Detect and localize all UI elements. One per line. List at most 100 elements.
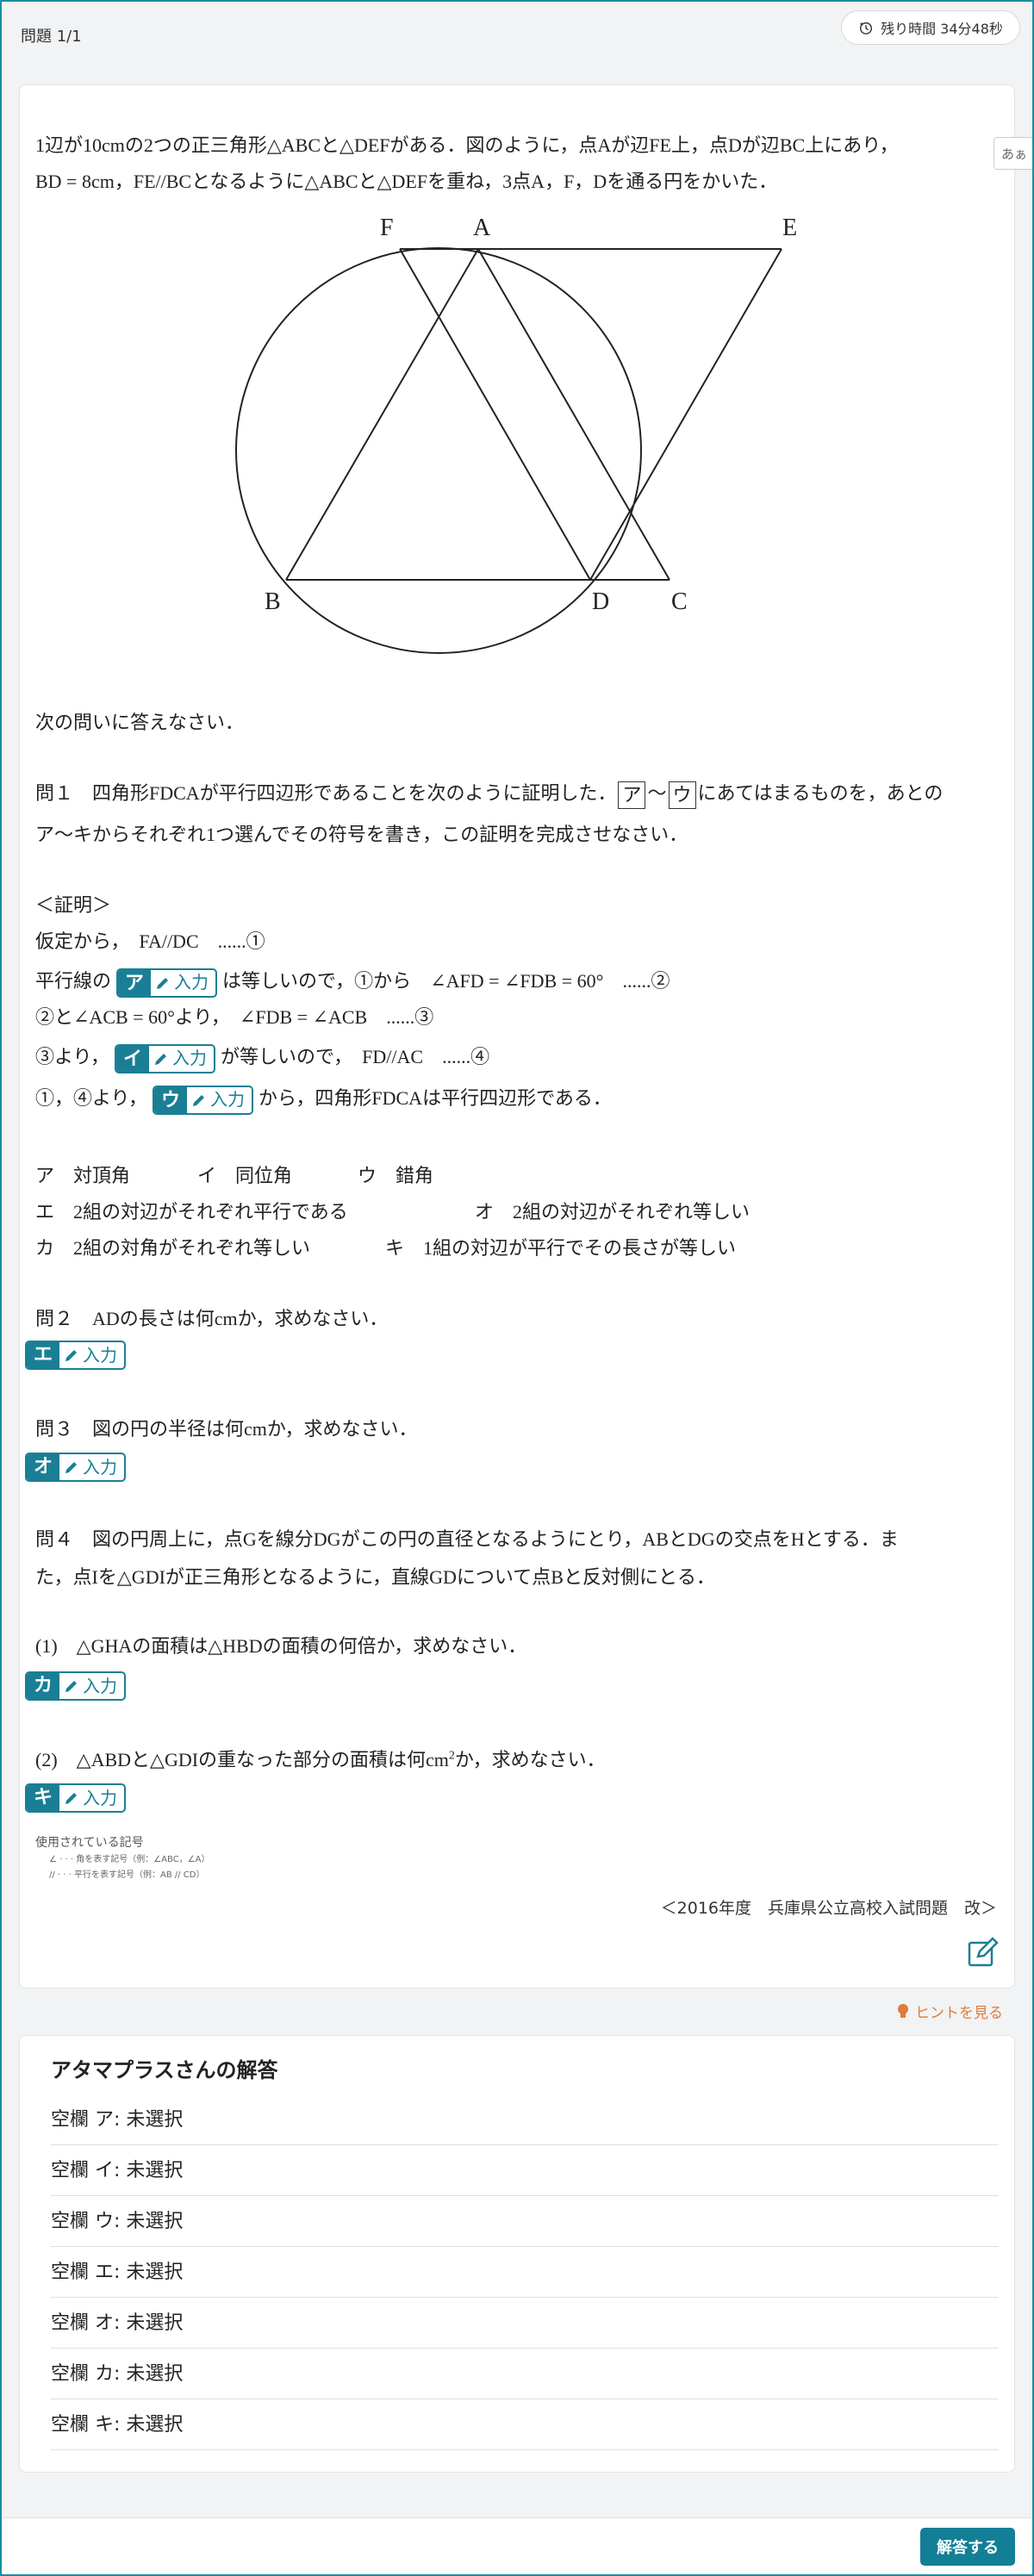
label-b: B — [265, 588, 281, 615]
answer-row: 空欄 オ: 未選択 — [51, 2298, 999, 2349]
pencil-icon — [65, 1793, 78, 1804]
q4-2-blank-row: キ 入力 — [20, 1777, 131, 1819]
choice-ka: カ 2組の対角がそれぞれ等しい — [35, 1237, 311, 1259]
proof-head: ＜証明＞ — [35, 894, 112, 916]
q1-pre-text: 問１ 四角形FDCAが平行四辺形であることを次のように証明した． — [35, 782, 617, 804]
choice-a: ア 対頂角 — [35, 1165, 131, 1186]
blank-ki-label: キ — [27, 1785, 60, 1811]
blank-a-label: ア — [118, 969, 152, 996]
q3-text: 問３ 図の円の半径は何cmか，求めなさい． — [35, 1418, 418, 1440]
symbols-line-1: ∠ · · · 角を表す記号（例：∠ABC，∠A） — [49, 1855, 210, 1864]
segment-de — [589, 248, 782, 581]
source-citation: ＜2016年度 兵庫県公立高校入試問題 改＞ — [660, 1899, 997, 1918]
label-c: C — [671, 588, 688, 615]
q4-2-sup: 2 — [448, 1749, 455, 1763]
choice-ki: キ 1組の対辺が平行でその長さが等しい — [385, 1237, 737, 1259]
bottom-bar — [0, 2517, 1034, 2576]
q4-2-post: か，求めなさい． — [454, 1749, 606, 1770]
proof-line-4: ③より， イ 入力 が等しいので， FD//AC ......④ — [35, 1036, 489, 1078]
blank-u-button[interactable]: ウ 入力 — [153, 1085, 254, 1115]
proof-line-3: ②と∠ACB = 60°より， ∠FDB = ∠ACB ......③ — [35, 1006, 434, 1028]
answer-summary-title: アタマプラスさんの解答 — [51, 2058, 278, 2082]
q3-blank-row: オ 入力 — [20, 1447, 131, 1488]
proof-line-4-post: が等しいので， FD//AC ......④ — [221, 1046, 490, 1067]
q4-2-text: (2) △ABDと△GDIの重なった部分の面積は何cm2か，求めなさい． — [35, 1739, 606, 1781]
blank-ka-input-text: 入力 — [83, 1676, 118, 1696]
choice-u: ウ 錯角 — [358, 1165, 434, 1186]
blank-u-label: ウ — [154, 1086, 188, 1113]
choice-e: エ 2組の対辺がそれぞれ平行である — [35, 1201, 348, 1223]
q4-line-2: た，点Iを△GDIが正三角形となるように，直線GDについて点Bと反対側にとる． — [35, 1566, 715, 1588]
q1-tilde: 〜 — [647, 782, 667, 804]
pencil-icon — [65, 1350, 78, 1361]
q1-box-a: ア — [618, 781, 646, 809]
choice-i: イ 同位角 — [197, 1165, 293, 1186]
blank-ka-button[interactable]: カ 入力 — [25, 1671, 127, 1701]
blank-e-input-text: 入力 — [83, 1345, 118, 1366]
blank-e-label: エ — [27, 1342, 60, 1368]
segment-fd — [399, 248, 591, 581]
answer-row: 空欄 ア: 未選択 — [51, 2094, 999, 2145]
q4-line-1: 問４ 図の円周上に，点Gを線分DGがこの円の直径となるようにとり，ABとDGの交… — [35, 1528, 899, 1550]
label-f: F — [380, 215, 394, 241]
label-e: E — [782, 215, 797, 241]
pencil-icon — [155, 1053, 167, 1065]
proof-line-5-pre: ①，④より， — [35, 1087, 148, 1109]
answer-row: 空欄 キ: 未選択 — [51, 2399, 999, 2450]
hint-label: ヒントを見る — [915, 2005, 1003, 2022]
answer-row: 空欄 ウ: 未選択 — [51, 2196, 999, 2247]
q4-1-blank-row: カ 入力 — [20, 1665, 131, 1707]
q4-1-text: (1) △GHAの面積は△HBDの面積の何倍か，求めなさい． — [35, 1635, 527, 1657]
label-d: D — [592, 588, 609, 615]
instruction-text: 次の問いに答えなさい． — [35, 712, 245, 733]
blank-o-button[interactable]: オ 入力 — [25, 1453, 127, 1482]
blank-i-label: イ — [116, 1045, 150, 1072]
q1-line-1: 問１ 四角形FDCAが平行四辺形であることを次のように証明した．ア〜ウにあてはま… — [35, 773, 943, 814]
remaining-time-text: 残り時間 34分48秒 — [881, 21, 1003, 37]
blank-ka-label: カ — [27, 1673, 60, 1699]
answer-summary-card: アタマプラスさんの解答 空欄 ア: 未選択 空欄 イ: 未選択 空欄 ウ: 未選… — [19, 2035, 1015, 2473]
top-bar: 問題 1/1 残り時間 34分48秒 — [0, 0, 1034, 69]
q1-post-text: にあてはまるものを，あとの — [697, 782, 944, 804]
symbols-line-2: // · · · 平行を表す記号（例：AB // CD） — [49, 1870, 205, 1880]
segment-ab — [285, 248, 479, 581]
answer-row: 空欄 イ: 未選択 — [51, 2145, 999, 2196]
pencil-icon — [65, 1462, 78, 1473]
proof-line-5-post: から，四角形FDCAは平行四辺形である． — [258, 1087, 612, 1109]
q2-blank-row: エ 入力 — [20, 1335, 131, 1376]
pencil-icon — [65, 1681, 78, 1692]
geometry-figure: F A E B D C — [235, 215, 797, 654]
blank-e-button[interactable]: エ 入力 — [25, 1341, 127, 1370]
hint-button[interactable]: ヒントを見る — [896, 2000, 1003, 2022]
proof-line-2-pre: 平行線の — [35, 970, 112, 992]
blank-a-button[interactable]: ア 入力 — [116, 968, 218, 998]
timer-icon — [860, 22, 873, 34]
blank-u-input-text: 入力 — [210, 1090, 246, 1110]
proof-line-4-pre: ③より， — [35, 1046, 110, 1067]
blank-a-input-text: 入力 — [174, 973, 209, 992]
blank-ki-input-text: 入力 — [83, 1788, 118, 1808]
proof-line-1: 仮定から， FA//DC ......① — [35, 930, 265, 952]
blank-o-label: オ — [27, 1454, 60, 1480]
answer-row: 空欄 エ: 未選択 — [51, 2247, 999, 2298]
proof-line-2: 平行線のア 入力 は等しいので，①から ∠AFD = ∠FDB = 60° ....… — [35, 961, 670, 1002]
choice-o: オ 2組の対辺がそれぞれ等しい — [475, 1201, 751, 1223]
blank-ki-button[interactable]: キ 入力 — [25, 1783, 127, 1813]
pencil-icon — [157, 977, 169, 989]
circle-afd — [235, 247, 642, 654]
segment-ac — [477, 248, 670, 581]
q1-line-2: ア〜キからそれぞれ1つ選んでその符号を書き，この証明を完成させなさい． — [35, 824, 688, 845]
label-a: A — [473, 215, 491, 241]
submit-button[interactable]: 解答する — [920, 2528, 1015, 2566]
proof-line-5: ①，④より， ウ 入力 から，四角形FDCAは平行四辺形である． — [35, 1078, 612, 1119]
problem-counter: 問題 1/1 — [21, 28, 82, 46]
q1-box-u: ウ — [668, 781, 696, 809]
blank-i-button[interactable]: イ 入力 — [115, 1043, 216, 1073]
pencil-icon — [193, 1094, 205, 1106]
symbols-title: 使用されている記号 — [35, 1836, 144, 1850]
blank-i-input-text: 入力 — [172, 1048, 208, 1068]
remaining-time-badge: 残り時間 34分48秒 — [841, 10, 1020, 45]
lightbulb-icon — [898, 2003, 908, 2018]
blank-o-input-text: 入力 — [83, 1457, 118, 1478]
memo-edit-icon[interactable] — [966, 1936, 1000, 1970]
